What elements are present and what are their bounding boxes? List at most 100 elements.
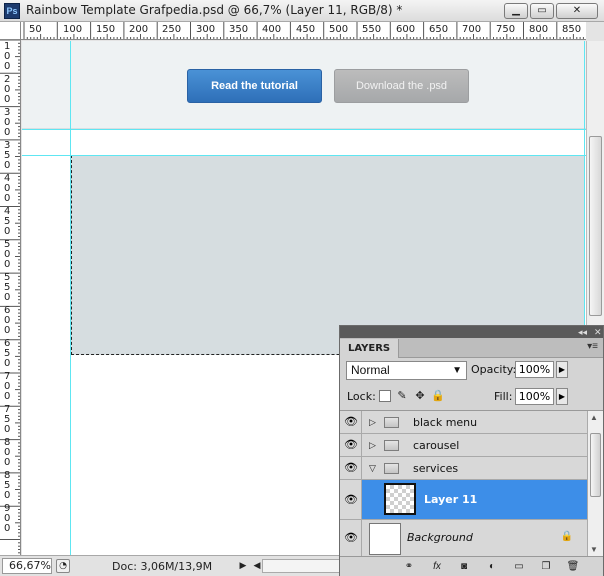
scroll-down-arrow-icon[interactable]: ▼ [590, 545, 598, 554]
folder-icon [384, 440, 399, 451]
layer-row-carousel[interactable]: 👁 ▷ carousel [340, 434, 587, 457]
ruler-label: 5 0 0 [4, 239, 11, 270]
ruler-label: 700 [462, 24, 482, 35]
status-menu-arrow-icon[interactable]: ▶ [236, 559, 250, 573]
tab-layers[interactable]: LAYERS [340, 339, 400, 358]
ruler-label: 8 0 0 [4, 437, 11, 468]
lock-icon: 🔒 [560, 531, 573, 542]
ruler-label: 5 5 0 [4, 272, 11, 303]
ruler-label: 4 0 0 [4, 173, 11, 204]
layers-list: 👁 ▷ black menu 👁 ▷ carousel 👁 ▽ services [340, 410, 603, 557]
ruler-label: 4 5 0 [4, 206, 11, 237]
new-group-icon[interactable]: ▭ [512, 560, 526, 573]
eye-icon[interactable]: 👁 [343, 438, 359, 452]
visibility-cell: 👁 [340, 434, 362, 456]
folder-icon [384, 417, 399, 428]
visibility-cell: 👁 [340, 411, 362, 433]
scrollbar-thumb[interactable] [589, 136, 602, 316]
ruler-label: 800 [529, 24, 549, 35]
close-button[interactable]: ✕ [556, 3, 598, 19]
fill-slider-arrow-icon[interactable]: ▶ [556, 388, 568, 405]
photoshop-app-icon: Ps [4, 3, 20, 19]
opacity-input[interactable]: 100% [515, 361, 554, 378]
opacity-slider-arrow-icon[interactable]: ▶ [556, 361, 568, 378]
panel-tab-bar: LAYERS ▾≡ [340, 338, 603, 358]
lock-position-move-icon[interactable]: ✥ [414, 390, 426, 402]
panel-header-strip[interactable]: ◂◂ ✕ [340, 326, 603, 338]
document-title: Rainbow Template Grafpedia.psd @ 66,7% (… [26, 3, 403, 17]
layer-name: Background [407, 531, 473, 544]
layer-row-layer-11[interactable]: 👁 Layer 11 [340, 480, 587, 520]
eye-icon[interactable]: 👁 [343, 531, 359, 545]
delete-layer-icon[interactable]: 🗑 [566, 560, 580, 573]
ruler-label: 3 0 0 [4, 107, 11, 138]
vertical-guide[interactable] [70, 41, 71, 555]
eye-icon[interactable]: 👁 [343, 493, 359, 507]
horizontal-ruler[interactable]: 50 100 150 200 250 300 350 400 450 500 5… [21, 22, 586, 40]
ruler-label: 200 [129, 24, 149, 35]
ruler-label: 7 5 0 [4, 404, 11, 435]
ruler-label: 50 [29, 24, 42, 35]
collapse-panel-icon[interactable]: ◂◂ [578, 326, 587, 338]
title-bar[interactable]: Ps Rainbow Template Grafpedia.psd @ 66,7… [0, 0, 604, 22]
ruler-label: 8 5 0 [4, 470, 11, 501]
ruler-label: 1 0 0 [4, 41, 11, 72]
layer-style-fx-icon[interactable]: fx [430, 560, 444, 573]
ruler-label: 600 [396, 24, 416, 35]
panel-menu-icon[interactable]: ▾≡ [587, 341, 598, 352]
adjustment-layer-icon[interactable]: ◐ [485, 560, 499, 573]
scrollbar-thumb[interactable] [590, 433, 601, 497]
eye-icon[interactable]: 👁 [343, 415, 359, 429]
expand-triangle-icon[interactable]: ▷ [369, 440, 376, 451]
layer-thumbnail[interactable] [369, 523, 401, 555]
close-panel-icon[interactable]: ✕ [594, 326, 602, 338]
layer-row-services[interactable]: 👁 ▽ services [340, 457, 587, 480]
layer-name: carousel [413, 439, 460, 452]
opacity-label: Opacity: [471, 363, 517, 376]
ruler-label: 300 [196, 24, 216, 35]
link-layers-icon[interactable]: ⚭ [402, 560, 416, 573]
lock-pixels-brush-icon[interactable]: ✎ [396, 390, 408, 402]
visibility-cell: 👁 [340, 457, 362, 479]
horizontal-guide[interactable] [22, 155, 586, 156]
ruler-label: 150 [96, 24, 116, 35]
new-layer-icon[interactable]: ❐ [539, 560, 553, 573]
ruler-label: 750 [496, 24, 516, 35]
vertical-ruler[interactable]: 1 0 0 2 0 0 3 0 0 3 5 0 4 0 0 4 5 0 5 0 … [0, 40, 21, 555]
layer-row-black-menu[interactable]: 👁 ▷ black menu [340, 411, 587, 434]
ruler-label: 350 [229, 24, 249, 35]
zoom-level-field[interactable]: 66,67% [2, 558, 52, 574]
collapse-triangle-icon[interactable]: ▽ [369, 463, 376, 474]
maximize-button[interactable]: ▭ [530, 3, 554, 19]
lock-label: Lock: [347, 390, 376, 403]
ruler-vertical-labels: 1 0 0 2 0 0 3 0 0 3 5 0 4 0 0 4 5 0 5 0 … [4, 42, 12, 537]
visibility-cell: 👁 [340, 520, 362, 557]
ruler-label: 450 [296, 24, 316, 35]
ruler-label: 9 0 0 [4, 503, 11, 534]
layer-row-background[interactable]: 👁 Background 🔒 [340, 520, 587, 557]
ruler-origin[interactable] [0, 22, 21, 40]
photoshop-window: Ps Rainbow Template Grafpedia.psd @ 66,7… [0, 0, 604, 576]
folder-icon [384, 463, 399, 474]
fill-input[interactable]: 100% [515, 388, 554, 405]
blend-mode-select[interactable]: Normal ▼ [346, 361, 467, 380]
horizontal-guide[interactable] [22, 129, 586, 130]
layers-panel: ◂◂ ✕ LAYERS ▾≡ Normal ▼ Opacity: 100% ▶ … [339, 325, 604, 576]
status-info-icon[interactable]: ◔ [56, 559, 70, 573]
lock-transparency-icon[interactable] [379, 390, 391, 402]
layer-thumbnail[interactable] [384, 483, 416, 515]
fill-label: Fill: [494, 390, 513, 403]
horizontal-scrollbar[interactable] [262, 559, 340, 573]
visibility-cell: 👁 [340, 480, 362, 519]
ruler-label: 6 5 0 [4, 338, 11, 369]
add-mask-icon[interactable]: ◙ [457, 560, 471, 573]
minimize-button[interactable]: ▁ [504, 3, 528, 19]
ruler-label: 850 [562, 24, 582, 35]
layer-name: black menu [413, 416, 478, 429]
expand-triangle-icon[interactable]: ▷ [369, 417, 376, 428]
eye-icon[interactable]: 👁 [343, 461, 359, 475]
scroll-up-arrow-icon[interactable]: ▲ [590, 413, 598, 422]
document-size-info[interactable]: Doc: 3,06M/13,9M [112, 560, 212, 573]
layers-scrollbar[interactable]: ▲ ▼ [587, 411, 603, 557]
lock-all-icon[interactable]: 🔒 [431, 390, 445, 402]
